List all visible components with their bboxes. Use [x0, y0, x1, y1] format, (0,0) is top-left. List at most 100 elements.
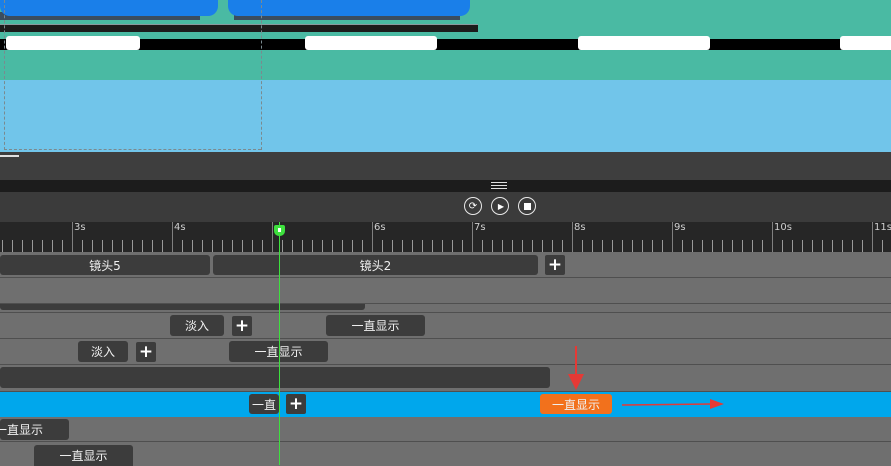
ruler-minor-tick: [22, 240, 23, 252]
ruler-minor-tick: [712, 240, 713, 252]
ruler-minor-tick: [852, 240, 853, 252]
ruler-minor-tick: [262, 240, 263, 252]
ruler-minor-tick: [102, 240, 103, 252]
track-row: 一直显示: [0, 417, 891, 442]
annotation-arrow-right: [621, 403, 713, 406]
ruler-minor-tick: [2, 240, 3, 252]
scene-lane-mark: [840, 36, 891, 50]
always-show-clip[interactable]: 一直: [249, 394, 279, 414]
ruler-minor-tick: [422, 240, 423, 252]
ruler-minor-tick: [692, 240, 693, 252]
ruler-minor-tick: [452, 240, 453, 252]
ruler-minor-tick: [282, 240, 283, 252]
ruler-minor-tick: [222, 240, 223, 252]
ruler-tick-label: 4s: [174, 222, 186, 233]
track-row-selected[interactable]: 一直 + 一直显示: [0, 392, 891, 417]
always-show-clip[interactable]: 一直显示: [34, 445, 133, 466]
preview-footer: [0, 152, 891, 180]
ruler-minor-tick: [212, 240, 213, 252]
add-shot-button[interactable]: +: [545, 255, 565, 275]
playhead-handle[interactable]: [274, 225, 285, 236]
long-clip[interactable]: [0, 367, 550, 388]
ruler-minor-tick: [762, 240, 763, 252]
ruler-minor-tick: [612, 240, 613, 252]
play-icon[interactable]: ▶: [491, 197, 509, 215]
ruler-minor-tick: [292, 240, 293, 252]
ruler-minor-tick: [152, 240, 153, 252]
scene-lane-mark: [305, 36, 437, 50]
scene-lane-mark: [6, 36, 140, 50]
ruler-minor-tick: [42, 240, 43, 252]
track-row: 淡入 + 一直显示: [0, 313, 891, 339]
guide-line: [4, 0, 5, 150]
ruler-minor-tick: [862, 240, 863, 252]
ruler-minor-tick: [162, 240, 163, 252]
scene-shape: [0, 24, 478, 32]
ruler-minor-tick: [382, 240, 383, 252]
ruler-minor-tick: [782, 240, 783, 252]
ruler-minor-tick: [722, 240, 723, 252]
ruler-minor-tick: [192, 240, 193, 252]
ruler-minor-tick: [242, 240, 243, 252]
ruler-minor-tick: [142, 240, 143, 252]
fade-in-clip[interactable]: 淡入: [78, 341, 128, 362]
track-row: [0, 278, 891, 304]
ruler-minor-tick: [492, 240, 493, 252]
ruler-minor-tick: [32, 240, 33, 252]
clip-partial[interactable]: [0, 304, 365, 310]
ruler-minor-tick: [412, 240, 413, 252]
guide-line: [261, 0, 262, 150]
ruler-minor-tick: [442, 240, 443, 252]
refresh-icon[interactable]: ⟳: [464, 197, 482, 215]
ruler-minor-tick: [52, 240, 53, 252]
ruler-tick-label: 3s: [74, 222, 86, 233]
ruler-minor-tick: [112, 240, 113, 252]
ruler-minor-tick: [562, 240, 563, 252]
panel-splitter[interactable]: [0, 180, 891, 192]
ruler-minor-tick: [232, 240, 233, 252]
annotation-arrowhead: [568, 374, 584, 390]
ruler-minor-tick: [512, 240, 513, 252]
stop-icon[interactable]: [518, 197, 536, 215]
ruler-minor-tick: [662, 240, 663, 252]
ruler-minor-tick: [822, 240, 823, 252]
ruler-minor-tick: [542, 240, 543, 252]
ruler-major-tick: [872, 222, 873, 252]
ruler-minor-tick: [122, 240, 123, 252]
ruler-minor-tick: [502, 240, 503, 252]
ruler-minor-tick: [622, 240, 623, 252]
ruler-minor-tick: [732, 240, 733, 252]
playhead-line[interactable]: [279, 222, 280, 465]
time-ruler[interactable]: 3s 4s 5s 6s 7s 8s 9s 10s 11s: [0, 222, 891, 252]
ruler-minor-tick: [642, 240, 643, 252]
ruler-major-tick: [672, 222, 673, 252]
ruler-tick-label: 11s: [874, 222, 891, 233]
shot-clip[interactable]: 镜头2: [213, 255, 538, 275]
ruler-minor-tick: [462, 240, 463, 252]
ruler-minor-tick: [132, 240, 133, 252]
always-show-clip[interactable]: 一直显示: [0, 419, 69, 440]
ruler-tick-label: 9s: [674, 222, 686, 233]
ruler-minor-tick: [552, 240, 553, 252]
shot-clip[interactable]: 镜头5: [0, 255, 210, 275]
drag-handle-icon[interactable]: [491, 182, 507, 189]
ruler-minor-tick: [882, 240, 883, 252]
add-effect-button[interactable]: +: [286, 394, 306, 414]
add-effect-button[interactable]: +: [136, 342, 156, 362]
track-row: 淡入 + 一直显示: [0, 339, 891, 365]
ruler-minor-tick: [802, 240, 803, 252]
ruler-minor-tick: [702, 240, 703, 252]
ruler-minor-tick: [202, 240, 203, 252]
ruler-minor-tick: [302, 240, 303, 252]
ruler-minor-tick: [182, 240, 183, 252]
ruler-minor-tick: [752, 240, 753, 252]
track-row: 一直显示: [0, 442, 891, 466]
ruler-major-tick: [772, 222, 773, 252]
ruler-minor-tick: [582, 240, 583, 252]
ruler-minor-tick: [522, 240, 523, 252]
always-show-clip[interactable]: 一直显示: [326, 315, 425, 336]
ruler-minor-tick: [312, 240, 313, 252]
add-effect-button[interactable]: +: [232, 316, 252, 336]
fade-in-clip[interactable]: 淡入: [170, 315, 224, 336]
annotation-arrowhead: [710, 399, 724, 409]
